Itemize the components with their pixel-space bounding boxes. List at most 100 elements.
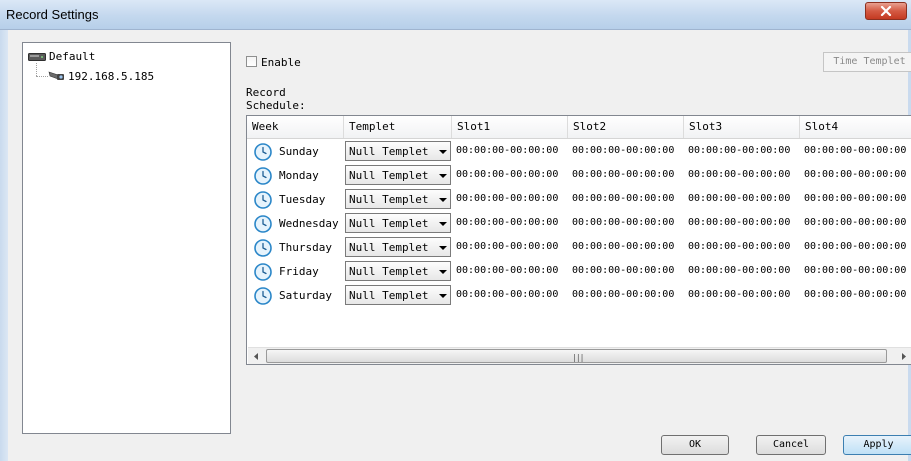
table-row[interactable]: Monday Null Templet 00:00:00-00:00:00 00:00… [247,164,911,188]
grip-icon: ||| [572,353,584,362]
slot-1-time[interactable]: 00:00:00-00:00:00 [456,145,558,156]
slot-3-time[interactable]: 00:00:00-00:00:00 [688,145,790,156]
grid-header: Week Templet Slot1 Slot2 Slot3 Slot4 [247,116,911,139]
column-header-templet[interactable]: Templet [344,116,452,138]
table-row[interactable]: Sunday Null Templet 00:00:00-00:00:00 00:00… [247,140,911,164]
chevron-down-icon [439,294,447,298]
templet-select-value: Null Templet [349,145,429,158]
chevron-down-icon [439,174,447,178]
ok-button[interactable]: OK [661,435,729,455]
window-frame-left [0,30,8,461]
slot-2-time[interactable]: 00:00:00-00:00:00 [572,193,674,204]
slot-3-time[interactable]: 00:00:00-00:00:00 [688,169,790,180]
table-row[interactable]: Friday Null Templet 00:00:00-00:00:00 00:00… [247,260,911,284]
templet-select[interactable]: Null Templet [345,237,451,257]
clock-icon [254,191,272,209]
clock-icon [254,263,272,281]
templet-select-value: Null Templet [349,241,429,254]
table-row[interactable]: Tuesday Null Templet 00:00:00-00:00:00 00:0… [247,188,911,212]
tree-root-label: Default [49,50,96,63]
chevron-down-icon [439,270,447,274]
clock-icon [254,167,272,185]
tree-connector [36,76,48,77]
templet-select-value: Null Templet [349,193,429,206]
close-button[interactable] [865,2,907,20]
slot-2-time[interactable]: 00:00:00-00:00:00 [572,217,674,228]
record-schedule-label: Record Schedule: [246,86,306,112]
device-icon [28,53,46,61]
slot-2-time[interactable]: 00:00:00-00:00:00 [572,289,674,300]
week-day: Tuesday [279,193,326,206]
window-title: Record Settings [6,7,99,22]
table-row[interactable]: Wednesday Null Templet 00:00:00-00:00:00 00… [247,212,911,236]
enable-checkbox[interactable] [246,56,257,67]
slot-1-time[interactable]: 00:00:00-00:00:00 [456,193,558,204]
arrow-left-icon [254,353,258,360]
horizontal-scrollbar[interactable]: ||| [248,347,911,364]
slot-2-time[interactable]: 00:00:00-00:00:00 [572,145,674,156]
slot-4-time[interactable]: 00:00:00-00:00:00 [804,193,906,204]
scroll-thumb[interactable]: ||| [266,349,887,363]
time-templet-button[interactable]: Time Templet [823,52,911,72]
schedule-grid[interactable]: Week Templet Slot1 Slot2 Slot3 Slot4 Sun… [246,115,911,365]
slot-3-time[interactable]: 00:00:00-00:00:00 [688,289,790,300]
table-row[interactable]: Thursday Null Templet 00:00:00-00:00:00 00:… [247,236,911,260]
slot-4-time[interactable]: 00:00:00-00:00:00 [804,241,906,252]
week-day: Monday [279,169,319,182]
apply-button[interactable]: Apply [843,435,911,455]
slot-1-time[interactable]: 00:00:00-00:00:00 [456,169,558,180]
week-day: Wednesday [279,217,339,230]
slot-2-time[interactable]: 00:00:00-00:00:00 [572,169,674,180]
templet-select[interactable]: Null Templet [345,141,451,161]
slot-2-time[interactable]: 00:00:00-00:00:00 [572,241,674,252]
device-tree[interactable]: Default 192.168.5.185 [22,42,231,434]
templet-select[interactable]: Null Templet [345,165,451,185]
clock-icon [254,287,272,305]
templet-select-value: Null Templet [349,289,429,302]
cancel-button[interactable]: Cancel [756,435,826,455]
slot-1-time[interactable]: 00:00:00-00:00:00 [456,265,558,276]
week-day: Sunday [279,145,319,158]
scroll-left-button[interactable] [248,348,265,364]
slot-4-time[interactable]: 00:00:00-00:00:00 [804,217,906,228]
clock-icon [254,143,272,161]
record-settings-window: Record Settings Default 192.168.5.185 En… [0,0,911,461]
slot-3-time[interactable]: 00:00:00-00:00:00 [688,193,790,204]
slot-3-time[interactable]: 00:00:00-00:00:00 [688,217,790,228]
templet-select[interactable]: Null Templet [345,285,451,305]
slot-4-time[interactable]: 00:00:00-00:00:00 [804,169,906,180]
close-icon [880,6,892,16]
slot-4-time[interactable]: 00:00:00-00:00:00 [804,145,906,156]
tree-connector [36,63,37,76]
column-header-slot4[interactable]: Slot4 [800,116,911,138]
chevron-down-icon [439,150,447,154]
slot-3-time[interactable]: 00:00:00-00:00:00 [688,265,790,276]
slot-1-time[interactable]: 00:00:00-00:00:00 [456,289,558,300]
slot-3-time[interactable]: 00:00:00-00:00:00 [688,241,790,252]
week-day: Friday [279,265,319,278]
slot-1-time[interactable]: 00:00:00-00:00:00 [456,241,558,252]
scroll-right-button[interactable] [895,348,911,364]
column-header-slot1[interactable]: Slot1 [452,116,568,138]
slot-4-time[interactable]: 00:00:00-00:00:00 [804,265,906,276]
templet-select[interactable]: Null Templet [345,261,451,281]
slot-4-time[interactable]: 00:00:00-00:00:00 [804,289,906,300]
column-header-slot3[interactable]: Slot3 [684,116,800,138]
slot-1-time[interactable]: 00:00:00-00:00:00 [456,217,558,228]
slot-2-time[interactable]: 00:00:00-00:00:00 [572,265,674,276]
table-row[interactable]: Saturday Null Templet 00:00:00-00:00:00 00:… [247,284,911,308]
chevron-down-icon [439,246,447,250]
week-day: Saturday [279,289,332,302]
enable-label: Enable [261,56,301,69]
dialog-body: Default 192.168.5.185 Enable Time Temple… [8,30,911,458]
column-header-slot2[interactable]: Slot2 [568,116,684,138]
title-bar[interactable]: Record Settings [0,0,911,30]
templet-select[interactable]: Null Templet [345,189,451,209]
templet-select-value: Null Templet [349,265,429,278]
week-day: Thursday [279,241,332,254]
tree-item-label: 192.168.5.185 [68,70,155,83]
chevron-down-icon [439,198,447,202]
arrow-right-icon [902,353,906,360]
column-header-week[interactable]: Week [247,116,344,138]
templet-select[interactable]: Null Templet [345,213,451,233]
